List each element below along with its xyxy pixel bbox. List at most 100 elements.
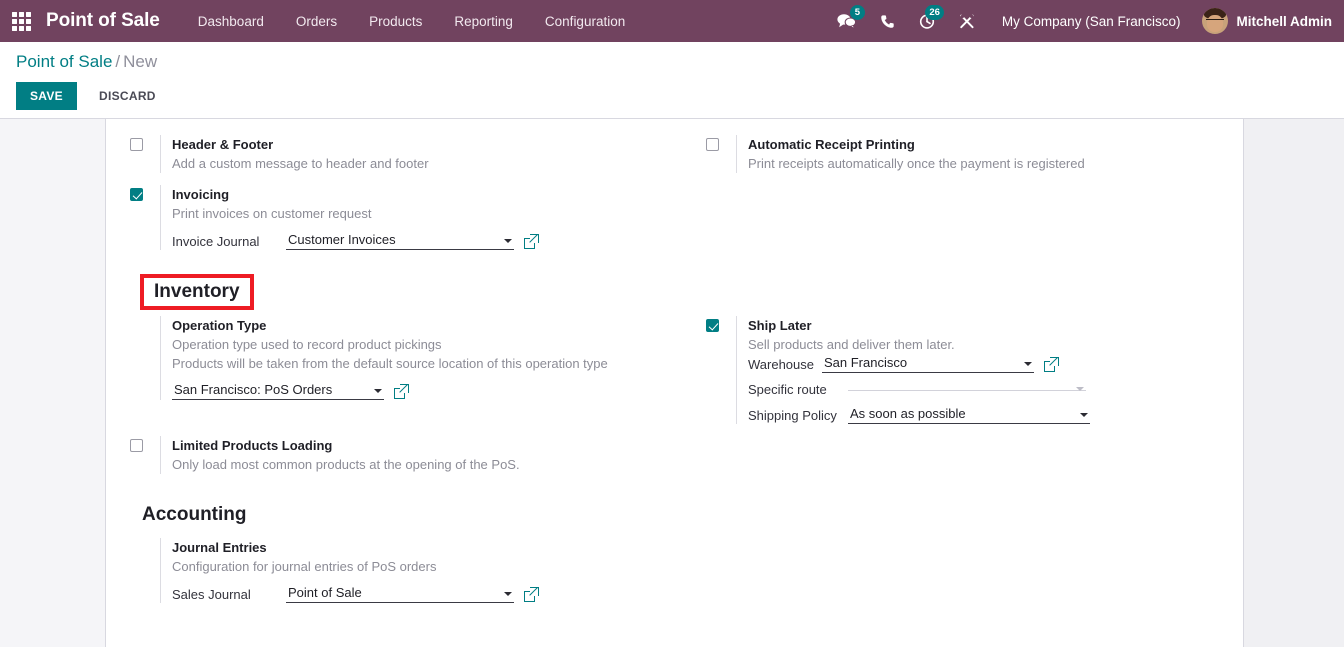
setting-body: Limited Products Loading Only load most … xyxy=(160,436,706,474)
inventory-heading-highlight: Inventory xyxy=(140,274,254,310)
settings-content: Header & Footer Add a custom message to … xyxy=(106,119,1244,647)
user-menu[interactable]: Mitchell Admin xyxy=(1194,8,1332,34)
auto-receipt-title: Automatic Receipt Printing xyxy=(748,135,1244,154)
journal-entries-title: Journal Entries xyxy=(172,538,706,557)
specific-route-field: Specific route xyxy=(748,382,1244,397)
main-menu: Dashboard Orders Products Reporting Conf… xyxy=(182,0,641,42)
sales-journal-value: Point of Sale xyxy=(288,585,362,600)
auto-receipt-description: Print receipts automatically once the pa… xyxy=(748,154,1244,173)
accounting-section-heading: Accounting xyxy=(142,502,247,528)
shipping-policy-value: As soon as possible xyxy=(850,406,966,421)
invoicing-title: Invoicing xyxy=(172,185,706,204)
save-button[interactable]: SAVE xyxy=(16,82,77,110)
settings-column-right: Automatic Receipt Printing Print receipt… xyxy=(706,135,1244,262)
settings-column-left: Header & Footer Add a custom message to … xyxy=(130,135,706,262)
invoice-journal-field: Invoice Journal Customer Invoices xyxy=(172,232,706,250)
action-buttons: SAVE DISCARD xyxy=(16,82,1328,110)
ship-later-description: Sell products and deliver them later. xyxy=(748,335,1244,354)
header-footer-checkbox[interactable] xyxy=(130,138,143,151)
sales-journal-label: Sales Journal xyxy=(172,587,286,602)
invoice-journal-value: Customer Invoices xyxy=(288,232,396,247)
shipping-policy-select[interactable]: As soon as possible xyxy=(848,406,1090,424)
warehouse-select[interactable]: San Francisco xyxy=(822,355,1034,373)
ship-later-title: Ship Later xyxy=(748,316,1244,335)
warehouse-value: San Francisco xyxy=(824,355,907,370)
limited-products-title: Limited Products Loading xyxy=(172,436,706,455)
specific-route-select[interactable] xyxy=(848,388,1086,391)
setting-body: Automatic Receipt Printing Print receipt… xyxy=(736,135,1244,173)
external-link-icon[interactable] xyxy=(524,234,539,249)
setting-header-footer: Header & Footer Add a custom message to … xyxy=(130,135,706,173)
sales-journal-select[interactable]: Point of Sale xyxy=(286,585,514,603)
header-footer-title: Header & Footer xyxy=(172,135,706,154)
discard-button[interactable]: DISCARD xyxy=(85,82,170,110)
external-link-icon[interactable] xyxy=(394,384,409,399)
breadcrumb-root[interactable]: Point of Sale xyxy=(16,52,112,71)
ship-later-checkbox[interactable] xyxy=(706,319,719,332)
invoice-journal-select[interactable]: Customer Invoices xyxy=(286,232,514,250)
external-link-icon[interactable] xyxy=(524,587,539,602)
setting-ship-later: Ship Later Sell products and deliver the… xyxy=(706,316,1244,424)
control-panel: Point of Sale/New SAVE DISCARD xyxy=(0,42,1344,119)
messages-count-badge: 5 xyxy=(850,5,865,20)
menu-item-dashboard[interactable]: Dashboard xyxy=(182,0,280,42)
settings-column-right xyxy=(706,538,1244,615)
chevron-down-icon xyxy=(504,592,512,596)
checkbox-cell xyxy=(130,316,160,319)
settings-row-journal-entries: Journal Entries Configuration for journa… xyxy=(106,538,1243,615)
chevron-down-icon xyxy=(1024,362,1032,366)
checkbox-cell xyxy=(130,436,160,452)
page-background-right xyxy=(1244,119,1344,647)
chevron-down-icon xyxy=(1080,413,1088,417)
checkbox-cell xyxy=(130,538,160,541)
breadcrumb-separator: / xyxy=(115,52,120,71)
company-switcher[interactable]: My Company (San Francisco) xyxy=(988,14,1195,29)
shipping-policy-field: Shipping Policy As soon as possible xyxy=(748,406,1244,424)
operation-type-select[interactable]: San Francisco: PoS Orders xyxy=(172,382,384,400)
external-link-icon[interactable] xyxy=(1044,357,1059,372)
breadcrumb-current: New xyxy=(123,52,157,71)
shipping-policy-label: Shipping Policy xyxy=(748,408,848,423)
setting-body: Invoicing Print invoices on customer req… xyxy=(160,185,706,250)
settings-column-left: Limited Products Loading Only load most … xyxy=(130,436,706,486)
menu-item-products[interactable]: Products xyxy=(353,0,438,42)
menu-item-reporting[interactable]: Reporting xyxy=(438,0,529,42)
inventory-heading-wrap: Inventory xyxy=(106,262,1243,316)
developer-tools-icon[interactable] xyxy=(947,0,988,42)
invoicing-checkbox[interactable] xyxy=(130,188,143,201)
accounting-heading-wrap: Accounting xyxy=(106,486,1243,538)
setting-body: Journal Entries Configuration for journa… xyxy=(160,538,706,603)
avatar xyxy=(1202,8,1228,34)
settings-column-right xyxy=(706,436,1244,486)
settings-row-receipt: Header & Footer Add a custom message to … xyxy=(106,135,1243,262)
setting-limited-products-loading: Limited Products Loading Only load most … xyxy=(130,436,706,474)
settings-row-inventory: Operation Type Operation type used to re… xyxy=(106,316,1243,436)
setting-automatic-receipt-printing: Automatic Receipt Printing Print receipt… xyxy=(706,135,1244,173)
checkbox-cell xyxy=(130,135,160,151)
checkbox-cell xyxy=(706,316,736,332)
messages-icon[interactable]: 5 xyxy=(825,0,868,42)
limited-products-description: Only load most common products at the op… xyxy=(172,455,706,474)
limited-products-checkbox[interactable] xyxy=(130,439,143,452)
checkbox-cell xyxy=(130,185,160,201)
systray: 5 26 My Company (San Francis xyxy=(825,0,1332,42)
operation-type-description-1: Operation type used to record product pi… xyxy=(172,335,706,354)
activities-clock-icon[interactable]: 26 xyxy=(907,0,947,42)
inventory-section-heading: Inventory xyxy=(154,279,240,305)
app-brand-title[interactable]: Point of Sale xyxy=(46,10,160,32)
setting-operation-type: Operation Type Operation type used to re… xyxy=(130,316,706,400)
chevron-down-icon xyxy=(1076,387,1084,391)
menu-item-configuration[interactable]: Configuration xyxy=(529,0,641,42)
settings-row-limited-products: Limited Products Loading Only load most … xyxy=(106,436,1243,486)
chevron-down-icon xyxy=(504,239,512,243)
apps-grid-icon[interactable] xyxy=(8,8,34,34)
setting-invoicing: Invoicing Print invoices on customer req… xyxy=(130,185,706,250)
operation-type-description-2: Products will be taken from the default … xyxy=(172,354,706,373)
auto-receipt-checkbox[interactable] xyxy=(706,138,719,151)
main-area: Header & Footer Add a custom message to … xyxy=(0,119,1344,647)
menu-item-orders[interactable]: Orders xyxy=(280,0,353,42)
setting-journal-entries: Journal Entries Configuration for journa… xyxy=(130,538,706,603)
header-footer-description: Add a custom message to header and foote… xyxy=(172,154,706,173)
warehouse-label: Warehouse xyxy=(748,357,822,372)
phone-icon[interactable] xyxy=(868,0,907,42)
